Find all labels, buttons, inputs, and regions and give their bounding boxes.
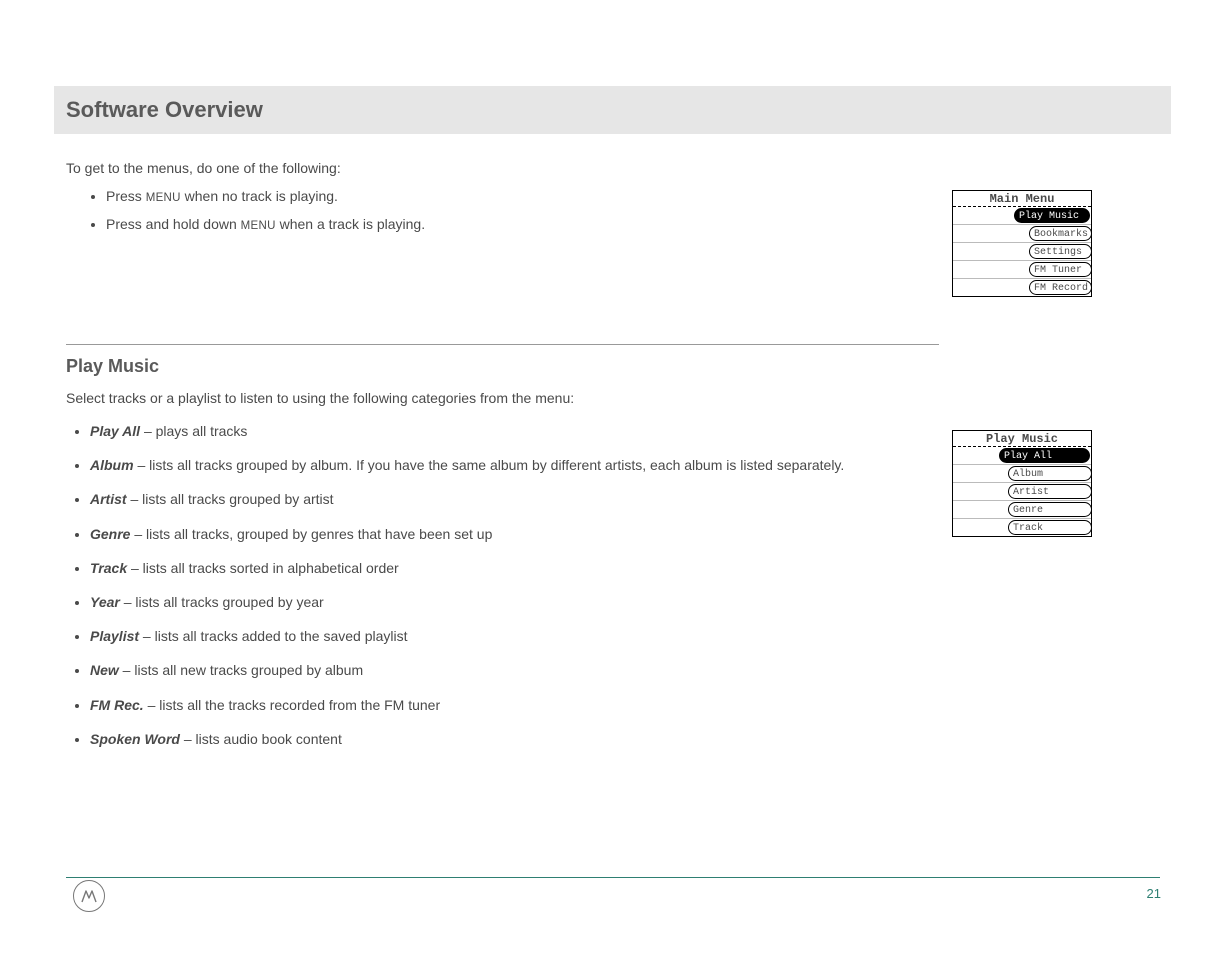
play-music-item-desc: – plays all tracks <box>140 423 247 439</box>
lcd-main-menu-title: Main Menu <box>953 191 1091 207</box>
play-music-item-desc: – lists all new tracks grouped by album <box>119 662 363 678</box>
lcd-row: Track <box>953 519 1091 536</box>
play-music-heading: Play Music <box>66 356 159 377</box>
play-music-item-name: Playlist <box>90 628 139 644</box>
play-music-item-desc: – lists all the tracks recorded from the… <box>144 697 440 713</box>
play-music-item-name: Spoken Word <box>90 731 180 747</box>
lcd-row: Bookmarks <box>953 225 1091 243</box>
play-music-item: Album – lists all tracks grouped by albu… <box>90 456 916 474</box>
section-heading-bar: Software Overview <box>54 86 1171 134</box>
lcd-item: FM Tuner <box>1029 262 1092 277</box>
lcd-item: Album <box>1008 466 1092 481</box>
lcd-row: FM Record <box>953 279 1091 296</box>
page-number: 21 <box>1147 886 1161 901</box>
play-music-item-desc: – lists all tracks grouped by artist <box>127 491 334 507</box>
lcd-row: Settings <box>953 243 1091 261</box>
play-music-item: New – lists all new tracks grouped by al… <box>90 661 916 679</box>
play-music-item-desc: – lists all tracks sorted in alphabetica… <box>127 560 399 576</box>
section-divider <box>66 344 939 345</box>
play-music-item: Genre – lists all tracks, grouped by gen… <box>90 525 916 543</box>
play-music-item-name: Track <box>90 560 127 576</box>
lcd-main-menu: Main Menu Play Music Bookmarks Settings FM … <box>952 190 1092 297</box>
play-music-item-desc: – lists all tracks grouped by year <box>120 594 324 610</box>
play-music-item-name: Genre <box>90 526 130 542</box>
play-music-item: Track – lists all tracks sorted in alpha… <box>90 559 916 577</box>
lcd-item: Play Music <box>1014 208 1090 223</box>
intro-bullet-key: MENU <box>241 220 276 232</box>
lcd-item: Settings <box>1029 244 1092 259</box>
footer-rule <box>66 877 1160 878</box>
intro-bullet: Press and hold down MENU when a track is… <box>106 216 425 232</box>
play-music-item-desc: – lists all tracks, grouped by genres th… <box>130 526 492 542</box>
intro-bullet-key: MENU <box>146 192 181 204</box>
play-music-list: Play All – plays all tracks Album – lists… <box>66 422 916 748</box>
lcd-item: Track <box>1008 520 1092 535</box>
motorola-logo-icon <box>73 880 105 912</box>
play-music-item: FM Rec. – lists all the tracks recorded … <box>90 696 916 714</box>
intro-bullet: Press MENU when no track is playing. <box>106 188 425 204</box>
lcd-row: Artist <box>953 483 1091 501</box>
lcd-row: Album <box>953 465 1091 483</box>
play-music-item-desc: – lists audio book content <box>180 731 342 747</box>
play-music-item-name: Artist <box>90 491 127 507</box>
play-music-item-name: FM Rec. <box>90 697 144 713</box>
intro-block: To get to the menus, do one of the follo… <box>66 160 425 244</box>
play-music-item: Year – lists all tracks grouped by year <box>90 593 916 611</box>
intro-bullet-post: when a track is playing. <box>276 216 425 232</box>
play-music-item-name: Play All <box>90 423 140 439</box>
lcd-play-music: Play Music Play All Album Artist Genre Track <box>952 430 1092 537</box>
play-music-item-desc: – lists all tracks grouped by album. If … <box>134 457 845 473</box>
lcd-item: Artist <box>1008 484 1092 499</box>
play-music-item-name: Year <box>90 594 120 610</box>
lcd-play-music-title: Play Music <box>953 431 1091 447</box>
intro-bullet-post: when no track is playing. <box>181 188 338 204</box>
play-music-item-name: Album <box>90 457 134 473</box>
lcd-item: FM Record <box>1029 280 1092 295</box>
play-music-body: Select tracks or a playlist to listen to… <box>66 390 916 764</box>
intro-lead: To get to the menus, do one of the follo… <box>66 160 425 176</box>
play-music-item-name: New <box>90 662 119 678</box>
lcd-row: Play Music <box>953 207 1091 225</box>
intro-bullet-list: Press MENU when no track is playing.Pres… <box>66 188 425 232</box>
lcd-item: Play All <box>999 448 1090 463</box>
play-music-item: Artist – lists all tracks grouped by art… <box>90 490 916 508</box>
lcd-item: Bookmarks <box>1029 226 1092 241</box>
intro-bullet-pre: Press and hold down <box>106 216 241 232</box>
play-music-item-desc: – lists all tracks added to the saved pl… <box>139 628 407 644</box>
lcd-item: Genre <box>1008 502 1092 517</box>
play-music-lead: Select tracks or a playlist to listen to… <box>66 390 916 406</box>
play-music-item: Playlist – lists all tracks added to the… <box>90 627 916 645</box>
intro-bullet-pre: Press <box>106 188 146 204</box>
lcd-row: Play All <box>953 447 1091 465</box>
lcd-row: FM Tuner <box>953 261 1091 279</box>
section-heading: Software Overview <box>66 97 263 123</box>
play-music-item: Play All – plays all tracks <box>90 422 916 440</box>
lcd-row: Genre <box>953 501 1091 519</box>
play-music-item: Spoken Word – lists audio book content <box>90 730 916 748</box>
